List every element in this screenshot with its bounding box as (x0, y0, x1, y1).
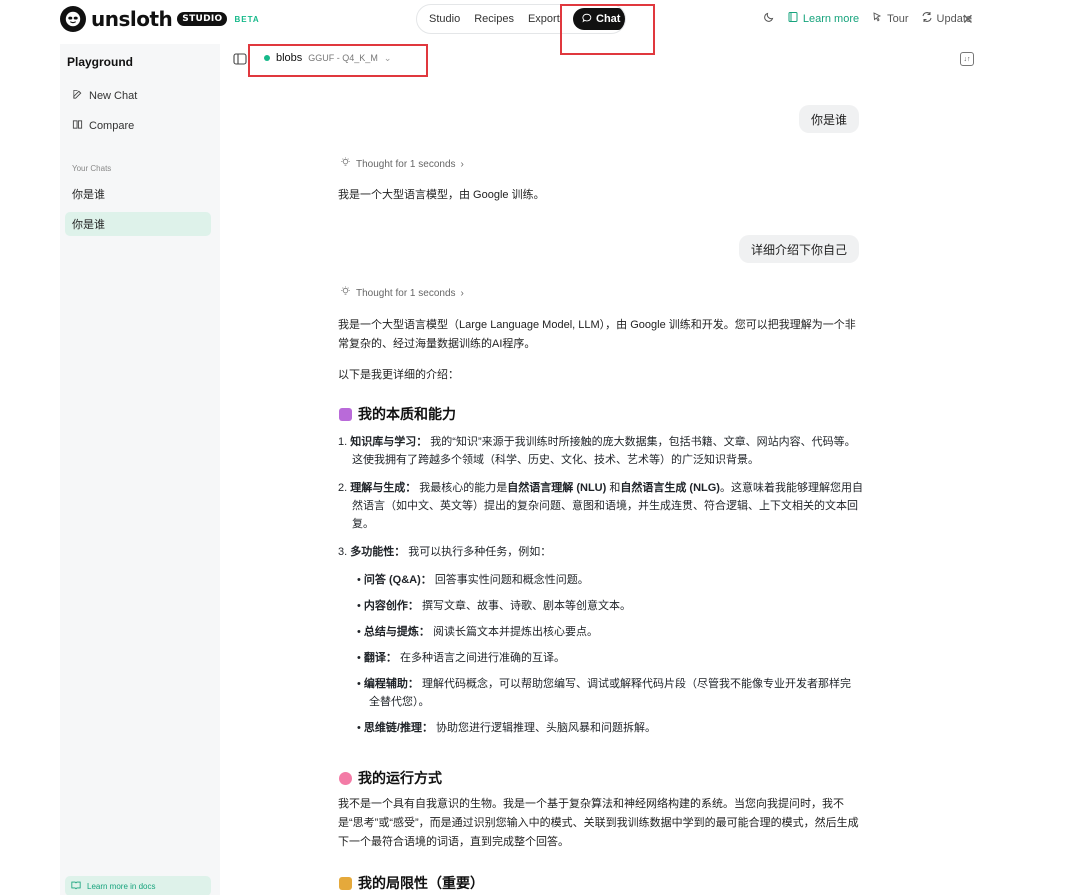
heading-text: 我的本质和能力 (358, 406, 456, 422)
edit-icon (72, 89, 83, 103)
assistant-paragraph: 以下是我更详细的介绍： (338, 369, 459, 381)
compare-icon (72, 119, 83, 133)
robot-icon (339, 407, 352, 421)
section-heading: 我的局限性（重要） (339, 873, 484, 893)
bullet-item: • 总结与提炼： 阅读长篇文本并提炼出核心要点。 (357, 626, 598, 638)
bullet-item: • 编程辅助： 理解代码概念，可以帮助您编写、调试或解释代码片段（尽管我不能像专… (357, 678, 851, 708)
thought-label: Thought for 1 seconds (356, 158, 456, 170)
chats-section-label: Your Chats (72, 164, 112, 173)
highlight-box-model (248, 44, 428, 77)
chevron-right-icon: › (460, 158, 464, 170)
nav-export[interactable]: Export (528, 13, 560, 25)
section-heading: 我的本质和能力 (339, 404, 456, 424)
scales-icon (339, 876, 352, 890)
tour-button[interactable]: Tour (871, 11, 909, 26)
list-item: 2. 理解与生成： 我最核心的能力是自然语言理解 (NLU) 和自然语言生成 (… (338, 482, 863, 530)
chat-list-item-active[interactable]: 你是谁 (65, 212, 211, 236)
docs-link[interactable]: Learn more in docs (65, 876, 211, 895)
thought-label: Thought for 1 seconds (356, 287, 456, 299)
assistant-paragraph: 我是一个大型语言模型（Large Language Model, LLM），由 … (338, 319, 856, 350)
new-chat-label: New Chat (89, 90, 138, 102)
compare-button[interactable]: Compare (72, 119, 134, 133)
close-icon[interactable]: ✕ (962, 11, 974, 28)
heading-text: 我的运行方式 (358, 770, 442, 786)
brain-icon (339, 771, 352, 785)
thought-toggle[interactable]: Thought for 1 seconds › (340, 286, 464, 300)
app-logo[interactable]: unsloth STUDIO BETA (60, 6, 260, 32)
refresh-icon (921, 11, 933, 26)
bullet-item: • 翻译： 在多种语言之间进行准确的互译。 (357, 652, 565, 664)
thought-toggle[interactable]: Thought for 1 seconds › (340, 157, 464, 171)
chevron-right-icon: › (460, 287, 464, 299)
top-right-actions: Learn more Tour Update (763, 11, 972, 26)
tour-label: Tour (887, 12, 909, 25)
learn-more-label: Learn more (802, 12, 860, 25)
user-message: 详细介绍下你自己 (739, 235, 860, 263)
user-message: 你是谁 (799, 105, 860, 133)
sloth-logo-icon (60, 6, 86, 32)
bullet-item: • 思维链/推理： 协助您进行逻辑推理、头脑风暴和问题拆解。 (357, 722, 657, 734)
bullet-item: • 问答 (Q&A)： 回答事实性问题和概念性问题。 (357, 574, 589, 586)
highlight-box-chat (560, 4, 655, 55)
top-bar: unsloth STUDIO BETA Studio Recipes Expor… (0, 0, 1080, 38)
heading-text: 我的局限性（重要） (358, 875, 484, 891)
new-chat-button[interactable]: New Chat (72, 89, 137, 103)
lightbulb-icon (340, 157, 351, 171)
moon-icon (763, 11, 775, 26)
logo-text: unsloth (91, 7, 173, 31)
lightbulb-icon (340, 286, 351, 300)
theme-toggle[interactable] (763, 11, 775, 26)
book-open-icon (71, 880, 81, 892)
assistant-paragraph: 我不是一个具有自我意识的生物。我是一个基于复杂算法和神经网络构建的系统。当您向我… (338, 798, 859, 848)
bullet-item: • 内容创作： 撰写文章、故事、诗歌、剧本等创意文本。 (357, 600, 631, 612)
nav-recipes[interactable]: Recipes (474, 13, 514, 25)
logo-badge: STUDIO (177, 12, 228, 26)
chat-list-item[interactable]: 你是谁 (65, 182, 211, 206)
sidebar: Playground New Chat Compare Your Chats 你… (60, 44, 220, 895)
learn-more-link[interactable]: Learn more (787, 11, 859, 26)
sort-icon[interactable]: ↓↑ (960, 52, 974, 66)
compare-label: Compare (89, 120, 135, 132)
nav-studio[interactable]: Studio (429, 13, 460, 25)
beta-label: BETA (234, 14, 260, 24)
cursor-click-icon (871, 11, 883, 26)
section-heading: 我的运行方式 (339, 768, 442, 788)
assistant-reply: 我是一个大型语言模型，由 Google 训练。 (338, 189, 545, 201)
docs-label: Learn more in docs (87, 881, 156, 891)
sidebar-toggle-icon[interactable] (233, 53, 247, 65)
list-item: 1. 知识库与学习： 我的“知识”来源于我训练时所接触的庞大数据集，包括书籍、文… (338, 436, 856, 466)
list-item: 3. 多功能性： 我可以执行多种任务，例如： (338, 546, 552, 558)
book-icon (787, 11, 799, 26)
sidebar-title: Playground (67, 55, 134, 69)
